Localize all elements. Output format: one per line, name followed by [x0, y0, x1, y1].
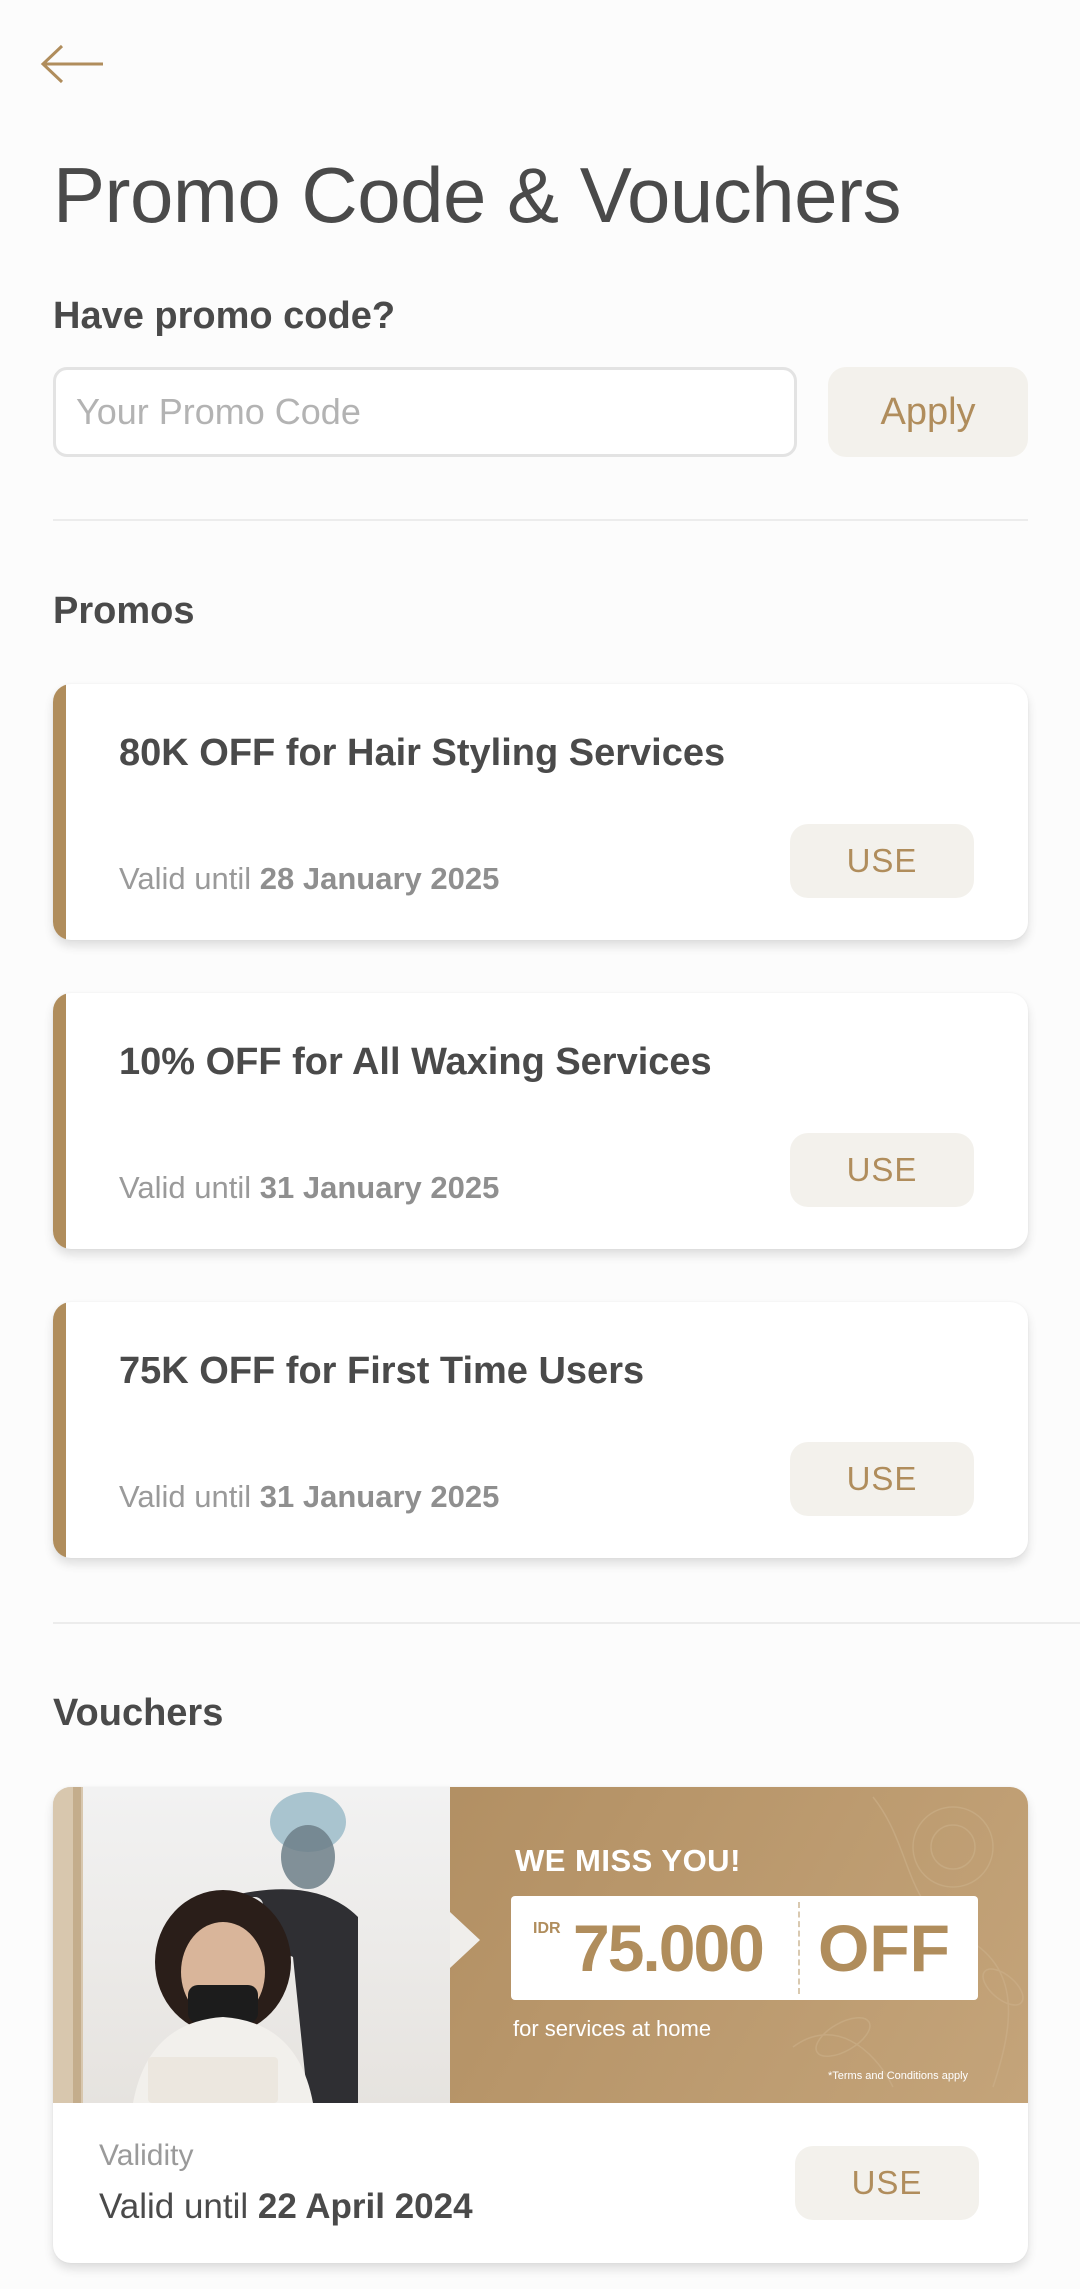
valid-prefix: Valid until [99, 2187, 249, 2226]
voucher-card: WE MISS YOU! IDR 75.000 OFF for services… [53, 1787, 1028, 2263]
use-voucher-button[interactable]: USE [795, 2146, 979, 2220]
valid-date: 31 January 2025 [259, 1479, 500, 1514]
banner-terms: *Terms and Conditions apply [828, 2070, 969, 2082]
banner-currency: IDR [533, 1920, 561, 1937]
voucher-banner: WE MISS YOU! IDR 75.000 OFF for services… [53, 1787, 1028, 2103]
arrow-left-icon [40, 44, 103, 84]
promo-validity: Valid until 28 January 2025 [119, 861, 499, 897]
valid-prefix: Valid until [119, 1170, 252, 1205]
card-accent [53, 684, 66, 940]
promo-card: 10% OFF for All Waxing Services Valid un… [53, 993, 1028, 1249]
banner-headline: WE MISS YOU! [515, 1843, 741, 1878]
card-accent [53, 993, 66, 1249]
vouchers-section-title: Vouchers [53, 1692, 224, 1734]
validity-label: Validity [99, 2139, 194, 2172]
banner-photo [53, 1787, 450, 2103]
promo-code-input[interactable] [53, 367, 797, 457]
back-button[interactable] [40, 44, 106, 84]
valid-prefix: Valid until [119, 861, 252, 896]
promos-section-title: Promos [53, 590, 195, 632]
stylist-illustration [53, 1787, 358, 2103]
banner-subtitle: for services at home [513, 2016, 712, 2041]
divider [53, 519, 1028, 521]
promo-validity: Valid until 31 January 2025 [119, 1479, 499, 1515]
use-promo-button[interactable]: USE [790, 1133, 974, 1207]
page-title: Promo Code & Vouchers [53, 151, 901, 239]
valid-date: 28 January 2025 [259, 861, 500, 896]
card-accent [53, 1302, 66, 1558]
banner-amount-box: IDR 75.000 OFF [511, 1896, 978, 2000]
promo-validity: Valid until 31 January 2025 [119, 1170, 499, 1206]
divider [53, 1622, 1080, 1624]
valid-date: 22 April 2024 [257, 2187, 473, 2226]
valid-prefix: Valid until [119, 1479, 252, 1514]
valid-date: 31 January 2025 [259, 1170, 500, 1205]
promo-title: 10% OFF for All Waxing Services [119, 1041, 712, 1083]
promo-title: 80K OFF for Hair Styling Services [119, 732, 726, 774]
banner-separator [798, 1902, 800, 1994]
voucher-validity: Valid until 22 April 2024 [99, 2187, 473, 2227]
promo-card: 80K OFF for Hair Styling Services Valid … [53, 684, 1028, 940]
apply-button[interactable]: Apply [828, 367, 1028, 457]
promo-code-label: Have promo code? [53, 295, 396, 337]
use-promo-button[interactable]: USE [790, 824, 974, 898]
promo-title: 75K OFF for First Time Users [119, 1350, 645, 1392]
banner-off: OFF [818, 1911, 950, 1985]
use-promo-button[interactable]: USE [790, 1442, 974, 1516]
banner-notch [450, 1912, 480, 1968]
promo-card: 75K OFF for First Time Users Valid until… [53, 1302, 1028, 1558]
banner-amount: 75.000 [573, 1911, 765, 1985]
